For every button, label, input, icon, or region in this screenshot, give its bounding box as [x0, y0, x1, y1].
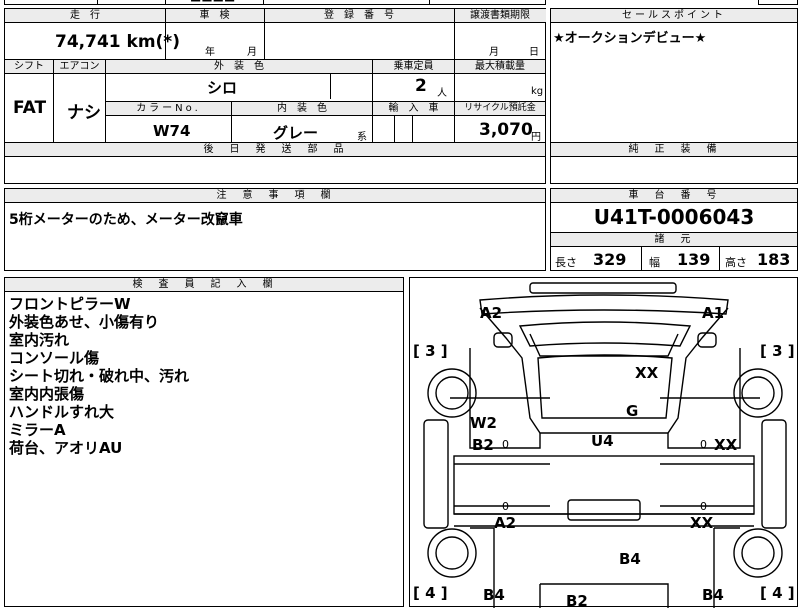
- inspector-box: 検 査 員 記 入 欄 フロントピラーW 外装色あせ、小傷有り 室内汚れ コンソ…: [4, 277, 404, 607]
- sales-point-box: セールスポイント ★オークションデビュー★: [550, 8, 798, 143]
- list-item: フロントピラーW: [9, 295, 131, 313]
- exterior-color-label: 外 装 色: [106, 60, 372, 73]
- width-value: 139: [677, 250, 711, 269]
- mark-b4-right: B4: [702, 586, 724, 604]
- shift-value: FAT: [13, 98, 47, 118]
- capacity-unit: 人: [437, 88, 447, 99]
- mark-xx-hood: XX: [635, 364, 659, 382]
- zero-left-upper: 0: [502, 438, 509, 451]
- transfer-month: 月: [489, 47, 499, 58]
- inspection-year: 年: [205, 47, 215, 58]
- zero-right-upper: 0: [700, 438, 707, 451]
- top-strip-partial-text: ■■■■: [190, 0, 235, 3]
- chassis-value: U41T-0006043: [593, 205, 755, 229]
- list-item: ミラーA: [9, 421, 66, 439]
- recycle-unit: 円: [531, 132, 541, 143]
- later-parts-box: 後 日 発 送 部 品: [4, 142, 546, 184]
- chassis-box: 車 台 番 号 U41T-0006043 諸 元 長さ 329 幅 139 高さ…: [550, 188, 798, 271]
- mark-b4-center: B4: [619, 550, 641, 568]
- vehicle-info-row1: 走 行 車 検 登 録 番 号 譲渡書類期限 74,741 km(*) 年 月 …: [4, 8, 546, 60]
- mileage-value: 74,741 km(*): [55, 32, 180, 52]
- exterior-color-value: シロ: [207, 79, 238, 97]
- caution-value: 5桁メーターのため、メーター改竄車: [9, 212, 243, 228]
- mark-g-center: G: [626, 402, 639, 420]
- sales-point-value: ★オークションデビュー★: [553, 31, 707, 46]
- genuine-equipment-box: 純 正 装 備: [550, 142, 798, 184]
- capacity-label: 乗車定員: [373, 60, 454, 73]
- genuine-equipment-value: [551, 157, 797, 161]
- mark-u4: U4: [591, 432, 614, 450]
- transfer-label: 譲渡書類期限: [454, 9, 546, 22]
- top-strip: ■■■■: [4, 0, 546, 5]
- interior-suffix: 系: [357, 132, 367, 143]
- height-value: 183: [757, 250, 791, 269]
- recycle-value: 3,070: [479, 120, 533, 140]
- sales-point-label: セールスポイント: [551, 9, 797, 23]
- list-item: 外装色あせ、小傷有り: [9, 313, 160, 331]
- registration-label: 登 録 番 号: [264, 9, 454, 22]
- height-label: 高さ: [725, 256, 747, 269]
- specs-label: 諸 元: [551, 233, 797, 246]
- inspection-month: 月: [247, 47, 257, 58]
- bracket-top-right: [ 3 ]: [760, 342, 795, 360]
- inspection-label: 車 検: [165, 9, 264, 22]
- caution-label: 注 意 事 項 欄: [5, 189, 545, 203]
- mark-xx-right: XX: [714, 436, 738, 454]
- inspector-notes-list: フロントピラーW 外装色あせ、小傷有り 室内汚れ コンソール傷 シート切れ・破れ…: [5, 292, 403, 460]
- max-load-label: 最大積載量: [455, 60, 545, 73]
- list-item: 室内内張傷: [9, 385, 85, 403]
- interior-color-value: グレー: [273, 124, 319, 142]
- transfer-day: 日: [529, 47, 539, 58]
- mark-b2-left: B2: [472, 436, 494, 454]
- top-strip-right: [758, 0, 798, 5]
- mark-a1-top: A1: [702, 304, 725, 322]
- vehicle-info-row2: シフト エアコン 外 装 色 乗車定員 最大積載量 FAT ナシ シロ 2 人 …: [4, 59, 546, 143]
- ac-value: ナシ: [67, 103, 101, 123]
- color-no-value: W74: [153, 122, 191, 140]
- later-parts-label: 後 日 発 送 部 品: [5, 143, 545, 157]
- mark-b2-bottom: B2: [566, 592, 588, 610]
- later-parts-value: [5, 157, 545, 161]
- list-item: 室内汚れ: [9, 331, 70, 349]
- bracket-top-left: [ 3 ]: [413, 342, 448, 360]
- mark-a2-bottom: A2: [494, 514, 517, 532]
- mark-xx-bottom: XX: [690, 514, 714, 532]
- bracket-bottom-left: [ 4 ]: [413, 584, 448, 602]
- capacity-value: 2: [415, 76, 427, 96]
- shift-label: シフト: [5, 60, 53, 73]
- mileage-label: 走 行: [5, 9, 165, 22]
- max-load-unit: kg: [531, 86, 544, 97]
- length-label: 長さ: [555, 256, 577, 269]
- mark-w2: W2: [470, 414, 497, 432]
- ac-label: エアコン: [54, 60, 105, 73]
- inspector-label: 検 査 員 記 入 欄: [5, 278, 403, 292]
- color-no-label: カラーNo.: [106, 102, 231, 115]
- list-item: シート切れ・破れ中、汚れ: [9, 367, 190, 385]
- interior-color-label: 内 装 色: [232, 102, 372, 115]
- import-label: 輸 入 車: [373, 102, 454, 115]
- zero-right-lower: 0: [700, 500, 707, 513]
- zero-left-lower: 0: [502, 500, 509, 513]
- list-item: ハンドルすれ大: [9, 403, 115, 421]
- caution-box: 注 意 事 項 欄 5桁メーターのため、メーター改竄車: [4, 188, 546, 271]
- chassis-label: 車 台 番 号: [551, 189, 797, 203]
- genuine-equipment-label: 純 正 装 備: [551, 143, 797, 157]
- bracket-bottom-right: [ 4 ]: [760, 584, 795, 602]
- length-value: 329: [593, 250, 627, 269]
- list-item: 荷台、アオリAU: [9, 439, 123, 457]
- mark-b4-left: B4: [483, 586, 505, 604]
- mark-a2-top: A2: [480, 304, 503, 322]
- vehicle-diagram: A2 A1 XX G W2 B2 U4 XX A2 XX B4 B4 B4 B2…: [409, 277, 798, 610]
- width-label: 幅: [649, 256, 660, 269]
- list-item: コンソール傷: [9, 349, 100, 367]
- recycle-label: リサイクル預託金: [455, 102, 545, 115]
